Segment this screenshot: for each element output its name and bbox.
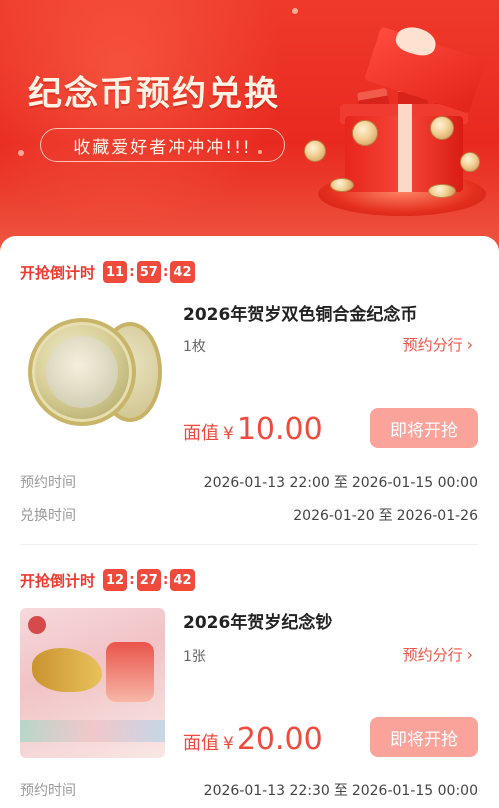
exchange-start: 2026-01-20 [293, 508, 375, 524]
chevron-right-icon: › [466, 645, 473, 664]
countdown-separator: : [162, 264, 169, 280]
reserve-time-row: 预约时间 2026-01-13 22:30 至 2026-01-15 00:00 [20, 780, 478, 800]
reserve-end: 2026-01-15 00:00 [351, 783, 478, 799]
reserve-start: 2026-01-13 22:00 [203, 475, 330, 491]
countdown-seconds: 42 [170, 569, 195, 591]
coin-obverse-image [28, 318, 136, 426]
branch-link[interactable]: 预约分行 › [403, 334, 473, 355]
countdown-minutes: 57 [136, 261, 161, 283]
coin-icon [304, 140, 326, 162]
security-strip [20, 720, 165, 742]
coin-icon [428, 184, 456, 198]
buy-button[interactable]: 即将开抢 [370, 408, 478, 448]
product-title[interactable]: 2026年贺岁双色铜合金纪念币 [183, 300, 417, 325]
exchange-time-label: 兑换时间 [20, 508, 76, 524]
countdown-separator: : [129, 264, 135, 280]
price: 面值 ¥ 10.00 [183, 412, 323, 447]
price-value: 20.00 [236, 722, 323, 757]
countdown-label: 开抢倒计时 [20, 263, 96, 282]
product-image-coin[interactable] [20, 308, 165, 444]
branch-link-label: 预约分行 [402, 336, 463, 354]
branch-link[interactable]: 预约分行 › [403, 644, 473, 665]
product-image-banknote[interactable] [20, 608, 165, 758]
currency-symbol: ¥ [223, 424, 234, 444]
countdown-separator: : [129, 572, 135, 588]
reserve-end: 2026-01-15 00:00 [351, 475, 478, 491]
countdown-timer: 开抢倒计时 12 : 27 : 42 [20, 568, 195, 592]
product-title[interactable]: 2026年贺岁纪念钞 [183, 608, 332, 633]
banner-title: 纪念币预约兑换 [28, 74, 280, 114]
seal-icon [28, 616, 46, 634]
countdown-label: 开抢倒计时 [20, 571, 96, 590]
to-text: 至 [378, 508, 393, 524]
coin-icon [430, 116, 454, 140]
price-value: 10.00 [236, 412, 323, 447]
product-quantity: 1枚 [183, 339, 206, 355]
divider [20, 544, 478, 545]
banner-subtitle: 收藏爱好者冲冲冲!!! [40, 128, 285, 162]
countdown-minutes: 27 [136, 569, 161, 591]
countdown-timer: 开抢倒计时 11 : 57 : 42 [20, 260, 195, 284]
sparkle-icon [18, 150, 24, 156]
branch-link-label: 预约分行 [402, 646, 463, 664]
price: 面值 ¥ 20.00 [183, 722, 323, 757]
chevron-right-icon: › [466, 335, 473, 354]
coin-icon [330, 178, 354, 192]
horse-illustration [32, 648, 102, 692]
currency-symbol: ¥ [223, 734, 234, 754]
countdown-seconds: 42 [170, 261, 195, 283]
price-label: 面值 [183, 423, 219, 444]
children-illustration [106, 642, 154, 702]
to-text: 至 [333, 475, 348, 491]
reserve-time-label: 预约时间 [20, 475, 76, 491]
buy-button[interactable]: 即将开抢 [370, 717, 478, 757]
gift-box-illustration [300, 20, 499, 220]
reserve-start: 2026-01-13 22:30 [203, 783, 330, 799]
box-ribbon [398, 104, 412, 192]
price-label: 面值 [183, 733, 219, 754]
to-text: 至 [333, 783, 348, 799]
coin-icon [352, 120, 378, 146]
countdown-separator: : [162, 572, 169, 588]
coin-icon [460, 152, 480, 172]
product-list: 开抢倒计时 11 : 57 : 42 2026年贺岁双色铜合金纪念币 1枚 预约… [0, 236, 499, 808]
countdown-hours: 11 [103, 261, 128, 283]
header-banner: 纪念币预约兑换 收藏爱好者冲冲冲!!! [0, 0, 499, 260]
countdown-hours: 12 [103, 569, 128, 591]
product-quantity: 1张 [183, 649, 206, 665]
reserve-time-label: 预约时间 [20, 783, 76, 799]
exchange-end: 2026-01-26 [396, 508, 478, 524]
reserve-time-row: 预约时间 2026-01-13 22:00 至 2026-01-15 00:00 [20, 472, 478, 492]
exchange-time-row: 兑换时间 2026-01-20 至 2026-01-26 [20, 505, 478, 525]
sparkle-icon [292, 8, 298, 14]
